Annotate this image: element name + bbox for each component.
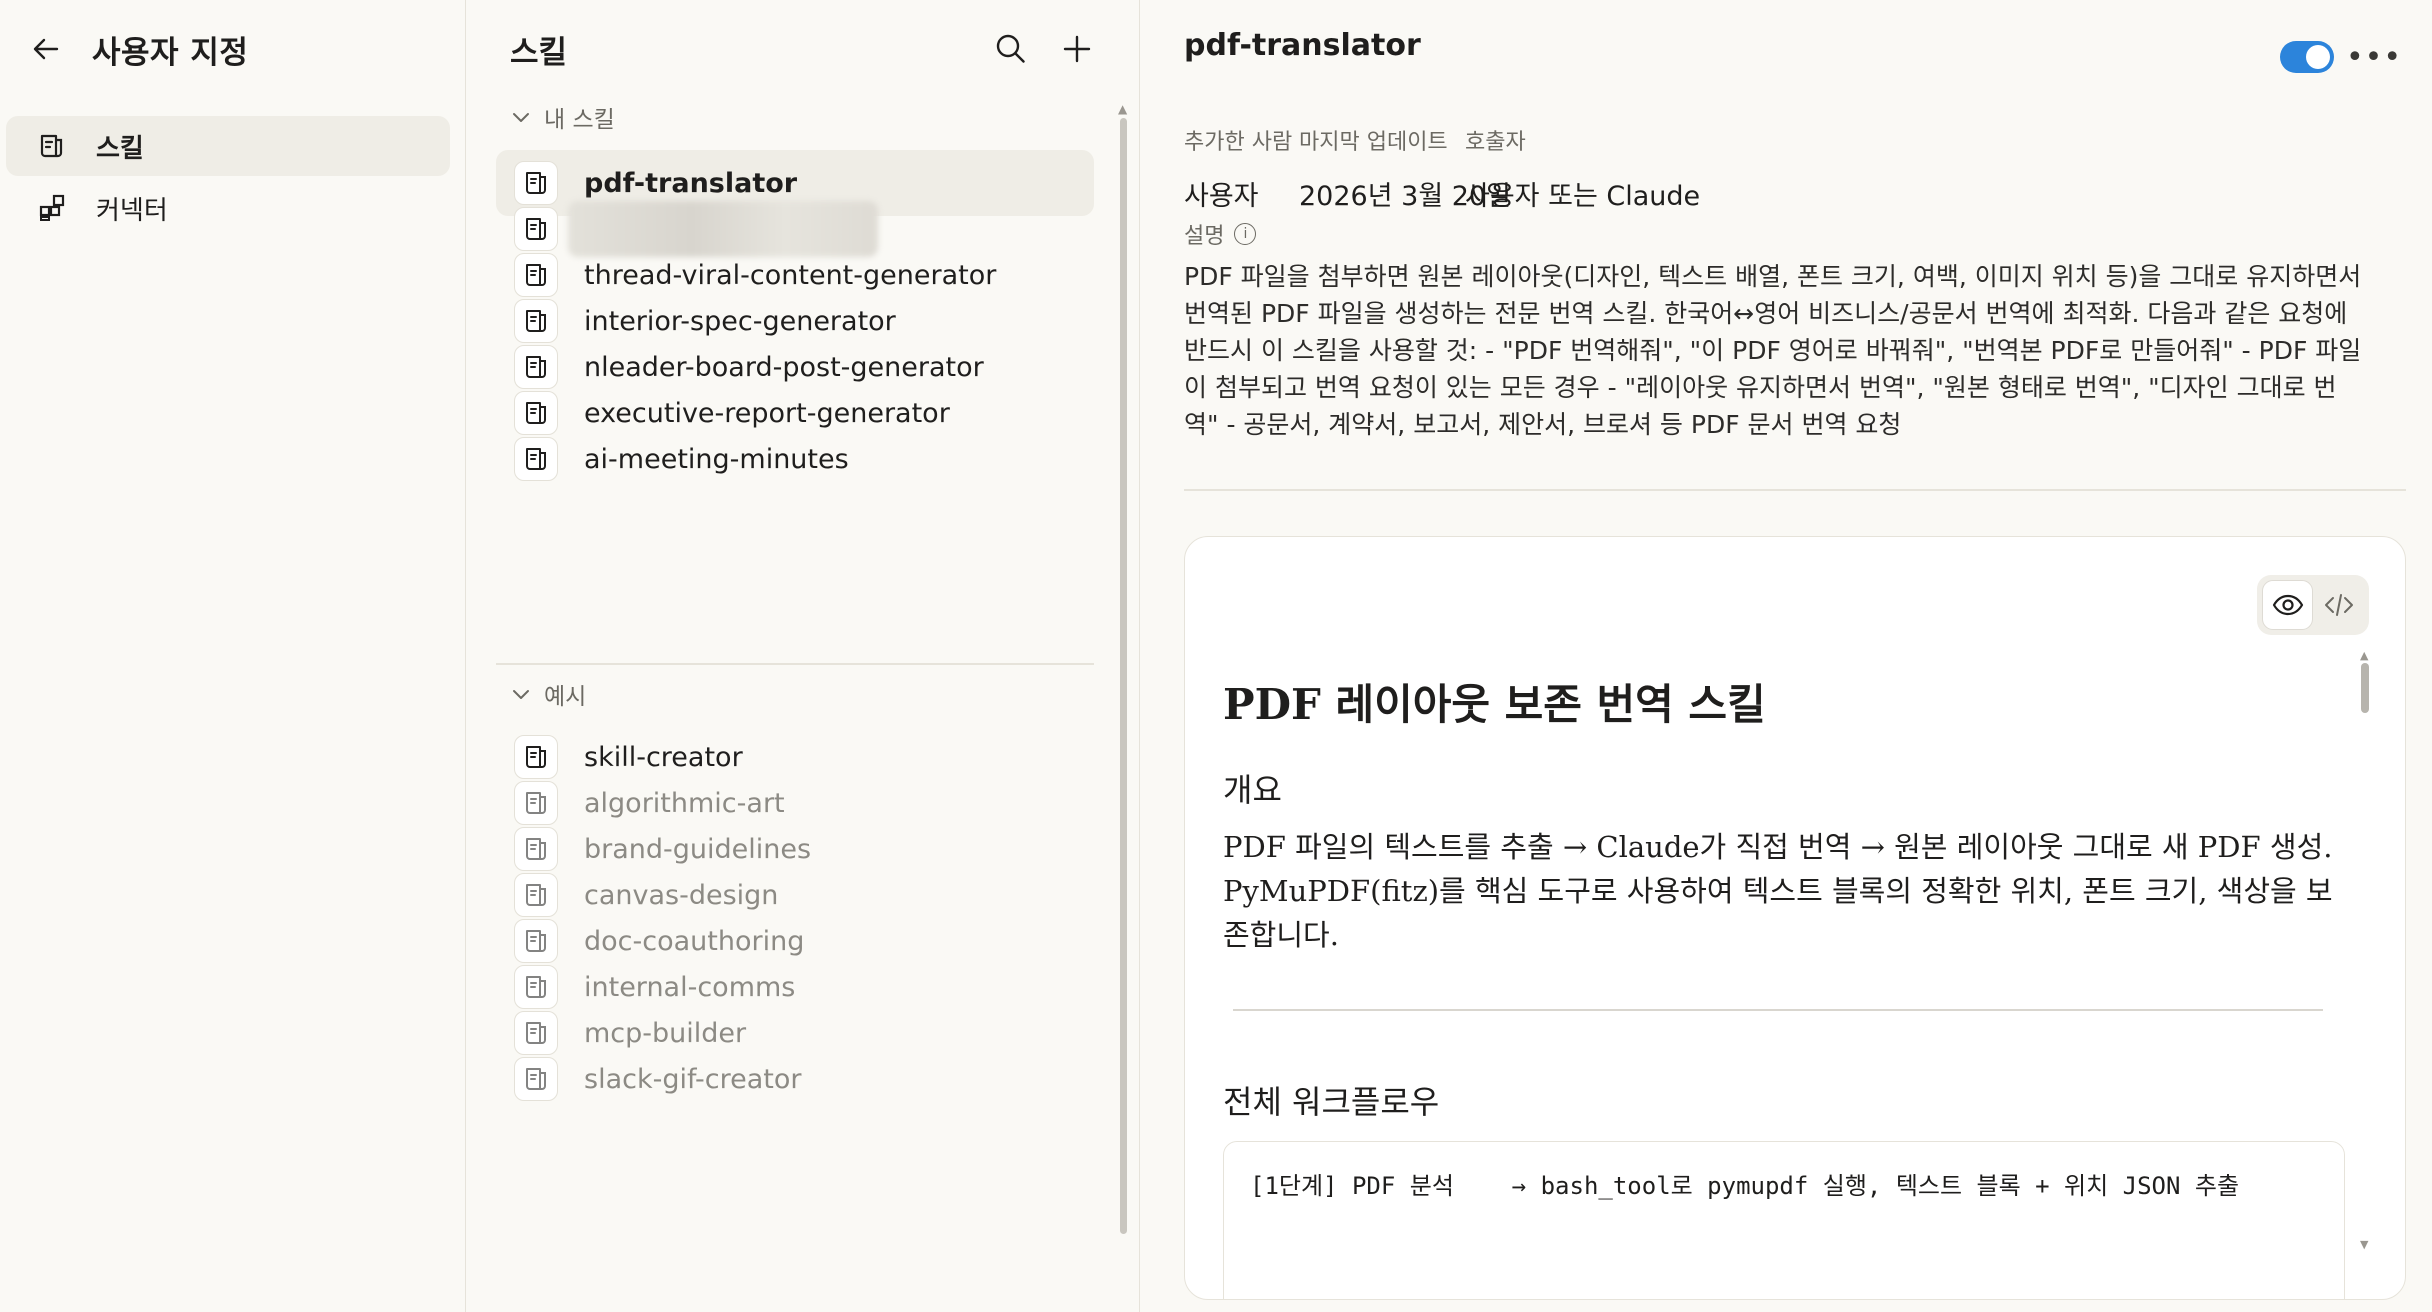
skill-name: brand-guidelines — [584, 833, 812, 865]
skill-name: ai-meeting-minutes — [584, 443, 849, 475]
skill-title: pdf-translator — [1184, 28, 1421, 63]
meta-key: 추가한 사람 — [1184, 130, 1293, 155]
skill-name: internal-comms — [584, 971, 796, 1003]
skill-icon — [34, 128, 70, 164]
skill-icon — [514, 437, 558, 481]
scroll-down-icon[interactable]: ▼ — [2360, 1238, 2368, 1251]
info-icon[interactable]: i — [1234, 223, 1257, 245]
view-mode-switch — [2257, 575, 2369, 635]
sidebar-item-skills[interactable]: 스킬 — [6, 116, 450, 176]
skill-description: PDF 파일을 첨부하면 원본 레이아웃(디자인, 텍스트 배열, 폰트 크기,… — [1184, 262, 2362, 439]
skills-list-panel: 스킬 내 스킬 pdf-translator thread-viral-conte… — [466, 0, 1140, 1312]
meta-invoker: 호출자 사용자 또는 Claude — [1465, 124, 1700, 213]
more-options-icon[interactable]: ••• — [2346, 36, 2401, 78]
doc-subheading-workflow: 전체 워크플로우 — [1223, 1083, 1440, 1121]
back-arrow-icon[interactable] — [28, 31, 64, 67]
app-root: 사용자 지정 스킬 커넥터 스킬 내 스킬 pdf-translator thr… — [0, 0, 2432, 1312]
plus-icon — [1063, 35, 1091, 63]
skill-name: interior-spec-generator — [584, 305, 896, 337]
add-skill-button[interactable] — [1055, 27, 1099, 71]
skill-name: skill-creator — [584, 741, 743, 773]
sidebar-item-label: 스킬 — [96, 133, 144, 164]
skill-list-item[interactable]: ai-meeting-minutes — [496, 426, 1094, 492]
toggle-knob — [2306, 45, 2330, 69]
skill-name: mcp-builder — [584, 1017, 747, 1049]
preview-mode-button[interactable] — [2262, 580, 2313, 630]
skill-name: canvas-design — [584, 879, 779, 911]
scrollbar-thumb[interactable] — [2361, 663, 2369, 713]
skill-name: thread-viral-content-generator — [584, 259, 997, 291]
source-mode-button[interactable] — [2313, 580, 2364, 630]
connector-icon — [34, 190, 70, 226]
skill-name: executive-report-generator — [584, 397, 950, 429]
skills-header: 스킬 — [510, 24, 1099, 74]
doc-subheading-overview: 개요 — [1223, 771, 1282, 809]
sidebar-item-label: 커넥터 — [96, 195, 168, 226]
skills-title: 스킬 — [510, 34, 568, 71]
code-icon — [2324, 594, 2353, 616]
sidebar-item-connectors[interactable]: 커넥터 — [6, 178, 450, 238]
section-toggle-examples[interactable]: 예시 — [510, 676, 586, 712]
skills-scrollbar[interactable]: ▲ — [1118, 102, 1128, 1244]
detail-divider — [1184, 489, 2406, 491]
doc-heading: PDF 레이아웃 보존 번역 스킬 — [1223, 680, 1766, 729]
skill-name: algorithmic-art — [584, 787, 785, 819]
search-icon[interactable] — [989, 27, 1033, 71]
skill-name: doc-coauthoring — [584, 925, 805, 957]
settings-sidebar: 사용자 지정 스킬 커넥터 — [0, 0, 466, 1312]
doc-paragraph: PDF 파일의 텍스트를 추출 → Claude가 직접 번역 → 원본 레이아… — [1223, 830, 2333, 952]
skill-name: slack-gif-creator — [584, 1063, 802, 1095]
doc-horizontal-rule — [1233, 1009, 2323, 1011]
scroll-up-icon[interactable]: ▲ — [2360, 649, 2368, 662]
description-label: 설명 i — [1184, 218, 1257, 250]
meta-value: 사용자 — [1184, 181, 1259, 212]
section-toggle-my-skills[interactable]: 내 스킬 — [510, 99, 615, 135]
chevron-down-icon — [513, 113, 529, 122]
skill-icon — [514, 1057, 558, 1101]
eye-icon — [2272, 594, 2303, 616]
description-label-text: 설명 — [1184, 224, 1225, 249]
sidebar-header: 사용자 지정 — [28, 24, 248, 74]
meta-value: 사용자 또는 Claude — [1465, 181, 1701, 212]
chevron-down-icon — [513, 690, 529, 699]
scrollbar-thumb[interactable] — [1120, 118, 1127, 1234]
meta-key: 호출자 — [1465, 130, 1526, 155]
section-label: 내 스킬 — [544, 107, 615, 133]
skill-detail-panel: pdf-translator ••• 추가한 사람 사용자 마지막 업데이트 2… — [1140, 0, 2432, 1312]
scroll-up-icon[interactable]: ▲ — [1118, 102, 1127, 116]
skill-name: pdf-translator — [584, 167, 798, 199]
sidebar-title: 사용자 지정 — [92, 34, 249, 71]
doc-code-block: [1단계] PDF 분석 → bash_tool로 pymupdf 실행, 텍스… — [1223, 1141, 2345, 1299]
skill-document-card: PDF 레이아웃 보존 번역 스킬 개요 PDF 파일의 텍스트를 추출 → C… — [1184, 536, 2406, 1300]
section-divider — [496, 663, 1094, 665]
skill-list-item[interactable]: slack-gif-creator — [496, 1046, 1094, 1112]
meta-added-by: 추가한 사람 사용자 — [1184, 124, 1292, 213]
document-scrollbar[interactable]: ▲ ▼ — [2359, 649, 2369, 1251]
skill-name: nleader-board-post-generator — [584, 351, 984, 383]
skill-enabled-toggle[interactable] — [2280, 41, 2334, 73]
section-label: 예시 — [544, 684, 587, 710]
